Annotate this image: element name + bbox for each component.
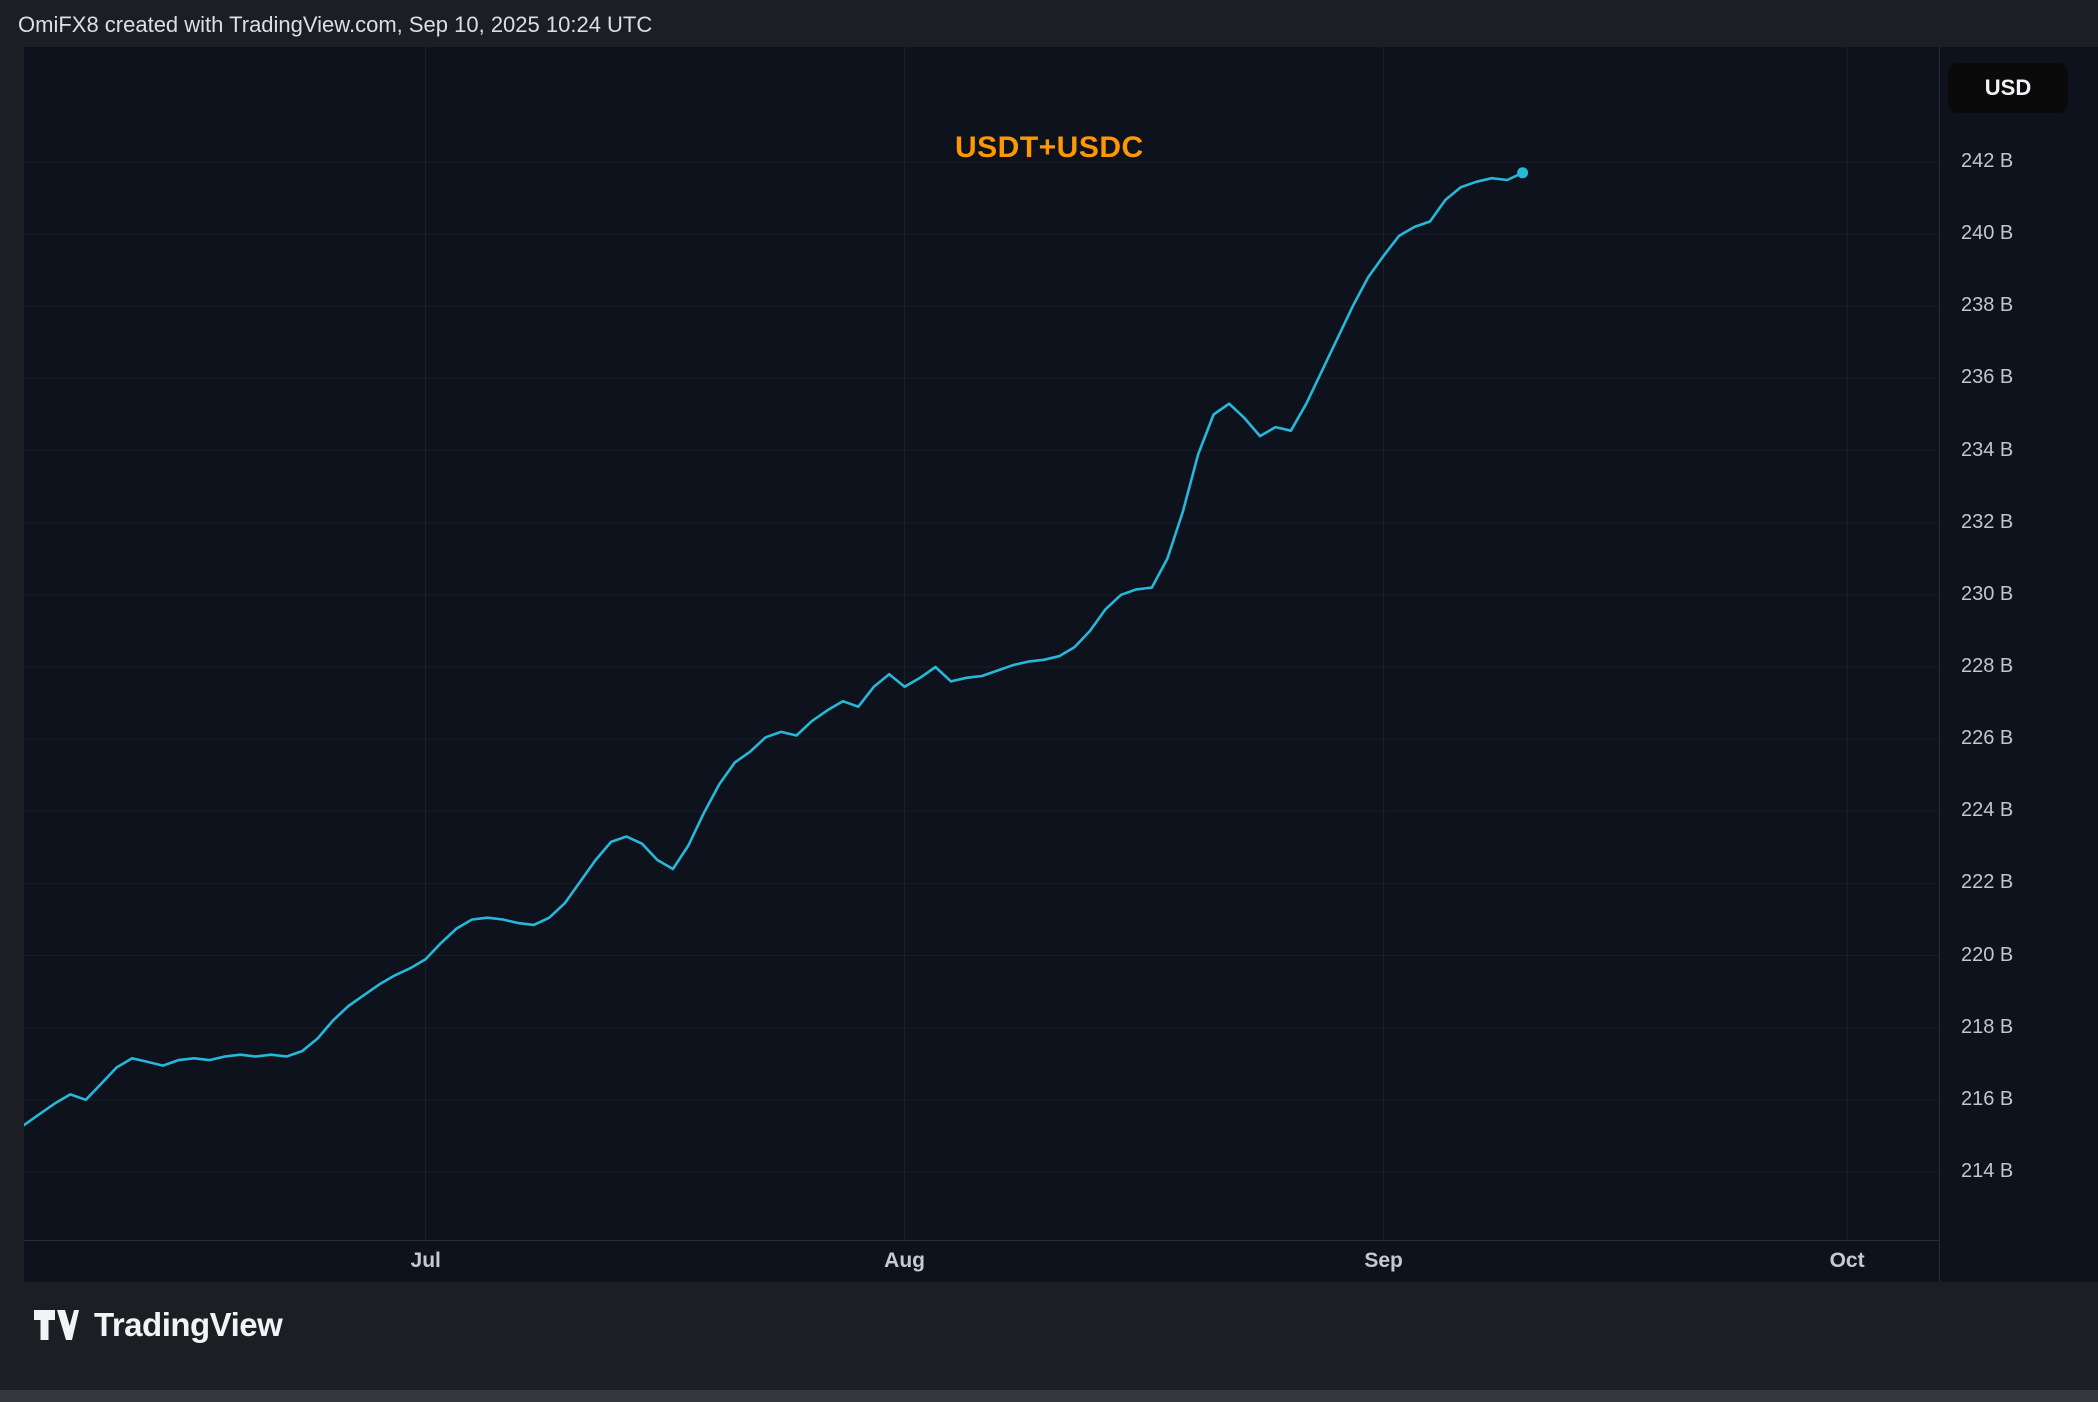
tradingview-wordmark: TradingView: [94, 1306, 282, 1344]
price-axis-label: 226 B: [1961, 727, 2013, 750]
footer: TradingView: [0, 1282, 2098, 1390]
price-axis-label: 218 B: [1961, 1016, 2013, 1039]
price-axis-label: 216 B: [1961, 1088, 2013, 1111]
price-axis-label: 228 B: [1961, 655, 2013, 678]
time-axis-label: Aug: [884, 1249, 925, 1273]
tradingview-logo-link[interactable]: TradingView: [33, 1306, 282, 1344]
time-axis[interactable]: Jul Aug Sep Oct: [24, 1240, 1939, 1282]
price-axis-label: 240 B: [1961, 222, 2013, 245]
tradingview-logo-icon: [33, 1308, 80, 1342]
symbol-title: USDT+USDC: [955, 131, 1144, 165]
currency-usd-button[interactable]: USD: [1948, 63, 2068, 113]
price-chart-svg: [24, 47, 1939, 1240]
price-axis-label: 232 B: [1961, 511, 2013, 534]
series-line: [24, 173, 1523, 1125]
last-value-marker: [1517, 167, 1528, 178]
time-axis-label: Oct: [1830, 1249, 1865, 1273]
price-axis-label: 236 B: [1961, 366, 2013, 389]
price-axis-label: 214 B: [1961, 1160, 2013, 1183]
price-axis-label: 242 B: [1961, 150, 2013, 173]
chart-plot-area[interactable]: USDT+USDC: [24, 47, 1939, 1240]
price-axis-label: 222 B: [1961, 871, 2013, 894]
attribution-text: OmiFX8 created with TradingView.com, Sep…: [18, 12, 652, 38]
page-bottom-strip: [0, 1390, 2098, 1402]
price-axis-label: 234 B: [1961, 439, 2013, 462]
chart-widget: USDT+USDC Jul Aug Sep Oct 242 B 240 B 238 B 23…: [24, 47, 2098, 1282]
price-axis[interactable]: 242 B 240 B 238 B 236 B 234 B 232 B 230 B 228 B…: [1939, 47, 2098, 1282]
time-axis-label: Jul: [411, 1249, 441, 1273]
time-axis-label: Sep: [1364, 1249, 1403, 1273]
price-axis-label: 238 B: [1961, 294, 2013, 317]
price-axis-label: 224 B: [1961, 799, 2013, 822]
price-axis-label: 230 B: [1961, 583, 2013, 606]
price-axis-label: 220 B: [1961, 944, 2013, 967]
